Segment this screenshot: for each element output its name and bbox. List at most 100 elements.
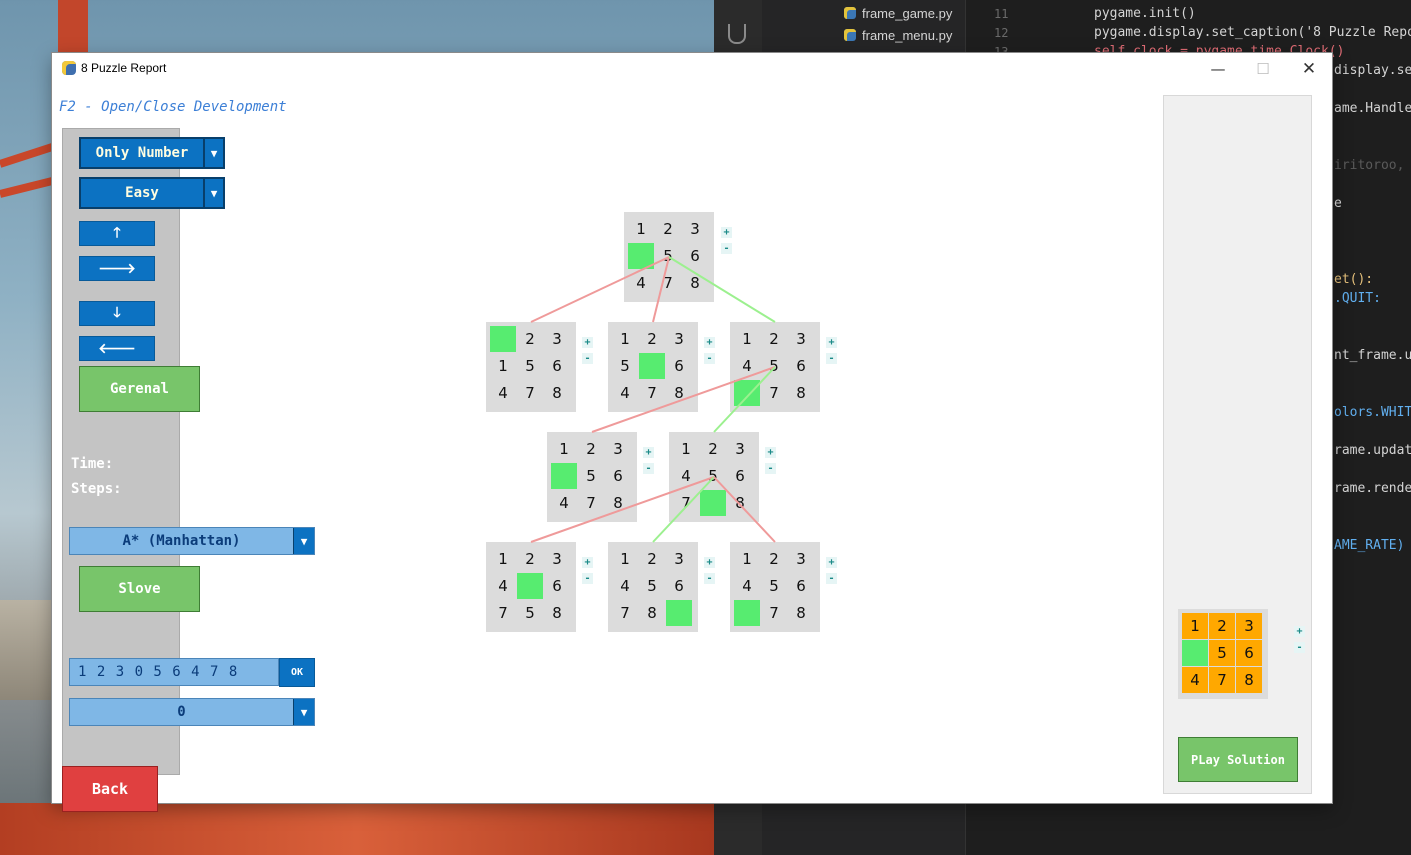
app-client-area: F2 - Open/Close Development Only Number … <box>52 84 1332 812</box>
number-tile: 7 <box>663 274 673 292</box>
tree-node-root[interactable]: 12356 478 <box>624 212 714 302</box>
number-tile: 7 <box>1209 667 1235 693</box>
number-tile: 2 <box>647 330 657 348</box>
expand-button[interactable]: + <box>704 337 715 348</box>
blank-tile <box>700 490 726 516</box>
blank-tile <box>490 326 516 352</box>
code-line: et(): <box>1334 272 1374 287</box>
number-tile: 3 <box>613 440 623 458</box>
minimize-icon: — <box>1210 59 1226 78</box>
number-tile: 1 <box>1182 613 1208 639</box>
tree-node[interactable]: 12345678 <box>730 322 820 412</box>
node-expand-controls: + - <box>643 447 654 479</box>
collapse-button[interactable]: - <box>765 463 776 474</box>
expand-button[interactable]: + <box>704 557 715 568</box>
blank-tile <box>666 600 692 626</box>
number-tile: 7 <box>769 384 779 402</box>
number-tile: 4 <box>1182 667 1208 693</box>
node-expand-controls: + - <box>826 337 837 369</box>
node-expand-controls: + - <box>721 227 732 259</box>
number-tile: 1 <box>636 220 646 238</box>
number-tile: 5 <box>769 577 779 595</box>
expand-button[interactable]: + <box>582 337 593 348</box>
tree-node[interactable]: 23 156 478 <box>486 322 576 412</box>
search-tree: 12356478 + - 23156478 + - 12356478 + - 1234… <box>52 84 1332 803</box>
number-tile: 2 <box>525 330 535 348</box>
blank-tile <box>628 243 654 269</box>
blank-tile <box>1182 640 1208 666</box>
number-tile: 4 <box>498 384 508 402</box>
number-tile: 5 <box>1209 640 1235 666</box>
number-tile: 6 <box>613 467 623 485</box>
number-tile: 2 <box>769 330 779 348</box>
collapse-button[interactable]: - <box>643 463 654 474</box>
number-tile: 5 <box>525 604 535 622</box>
code-line: AME_RATE) <box>1334 538 1405 553</box>
number-tile: 8 <box>674 384 684 402</box>
bridge-tower-decoration <box>58 0 88 60</box>
play-solution-button[interactable]: PLay Solution <box>1178 737 1298 782</box>
expand-button[interactable]: + <box>643 447 654 458</box>
number-tile: 7 <box>498 604 508 622</box>
window-title: 8 Puzzle Report <box>81 61 167 75</box>
number-tile: 6 <box>674 357 684 375</box>
number-tile: 2 <box>663 220 673 238</box>
expand-button[interactable]: + <box>1294 626 1305 637</box>
code-line: rame.rende <box>1334 481 1411 496</box>
app-window: 8 Puzzle Report — ☐ ✕ F2 - Open/Close De… <box>52 53 1332 812</box>
number-tile: 2 <box>1209 613 1235 639</box>
number-tile: 1 <box>742 550 752 568</box>
code-line: display.set <box>1334 63 1411 78</box>
number-tile: 6 <box>735 467 745 485</box>
tree-node[interactable]: 12345678 <box>730 542 820 632</box>
tree-node[interactable]: 12356478 <box>608 322 698 412</box>
play-solution-label: PLay Solution <box>1191 752 1285 767</box>
file-item[interactable]: frame_game.py <box>844 6 952 21</box>
collapse-button[interactable]: - <box>826 573 837 584</box>
number-tile: 8 <box>552 384 562 402</box>
number-tile: 2 <box>769 550 779 568</box>
code-line: e <box>1334 196 1342 211</box>
collapse-button[interactable]: - <box>582 353 593 364</box>
current-state-board: 12356 478 <box>1178 609 1268 699</box>
node-expand-controls: + - <box>582 557 593 589</box>
tree-node[interactable]: 123 4 6 758 <box>486 542 576 632</box>
expand-button[interactable]: + <box>721 227 732 238</box>
expand-button[interactable]: + <box>826 557 837 568</box>
code-line: pygame.init() <box>1094 6 1196 21</box>
tree-node[interactable]: 12356478 <box>547 432 637 522</box>
expand-button[interactable]: + <box>765 447 776 458</box>
collapse-button[interactable]: - <box>826 353 837 364</box>
number-tile: 1 <box>681 440 691 458</box>
flask-icon <box>728 24 746 44</box>
expand-button[interactable]: + <box>582 557 593 568</box>
collapse-button[interactable]: - <box>582 573 593 584</box>
python-file-icon <box>844 7 856 19</box>
tree-node[interactable]: 12345678 <box>669 432 759 522</box>
node-expand-controls: + - <box>765 447 776 479</box>
blank-tile <box>517 573 543 599</box>
collapse-button[interactable]: - <box>721 243 732 254</box>
number-tile: 8 <box>552 604 562 622</box>
number-tile: 5 <box>586 467 596 485</box>
minimize-button[interactable]: — <box>1195 53 1241 84</box>
number-tile: 3 <box>690 220 700 238</box>
collapse-button[interactable]: - <box>704 353 715 364</box>
file-item[interactable]: frame_menu.py <box>844 28 952 43</box>
node-expand-controls: + - <box>704 337 715 369</box>
city-skyline-decoration <box>0 600 52 700</box>
number-tile: 8 <box>796 384 806 402</box>
number-tile: 1 <box>620 550 630 568</box>
tree-node[interactable]: 12345678 <box>608 542 698 632</box>
number-tile: 1 <box>742 330 752 348</box>
title-bar[interactable]: 8 Puzzle Report — ☐ ✕ <box>52 53 1332 84</box>
number-tile: 1 <box>620 330 630 348</box>
node-expand-controls: + - <box>1294 626 1305 658</box>
collapse-button[interactable]: - <box>704 573 715 584</box>
maximize-button[interactable]: ☐ <box>1240 53 1286 84</box>
maximize-icon: ☐ <box>1256 59 1270 78</box>
expand-button[interactable]: + <box>826 337 837 348</box>
collapse-button[interactable]: - <box>1294 642 1305 653</box>
blank-tile <box>734 600 760 626</box>
close-button[interactable]: ✕ <box>1286 53 1332 84</box>
